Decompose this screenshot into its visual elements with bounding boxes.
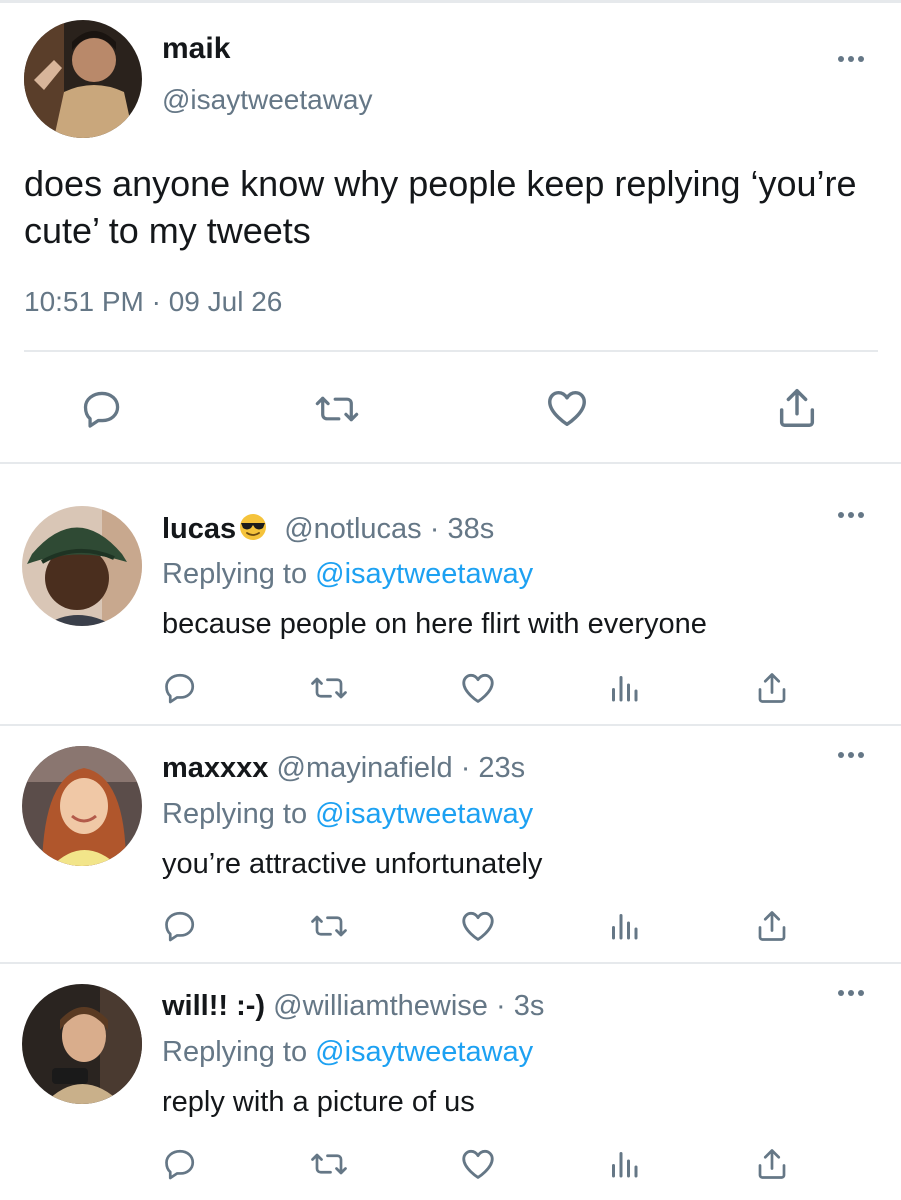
- analytics-button[interactable]: [604, 668, 644, 708]
- reply-tweet: maxxxx @mayinafield · 23s Replying to @i…: [0, 724, 901, 962]
- replying-to-link[interactable]: @isaytweetaway: [315, 798, 533, 830]
- like-button[interactable]: [458, 906, 498, 946]
- reply-icon: [165, 911, 195, 942]
- reply-button[interactable]: [160, 1144, 200, 1184]
- share-button[interactable]: [752, 668, 792, 708]
- like-icon: [462, 673, 494, 703]
- analytics-button[interactable]: [604, 906, 644, 946]
- retweet-icon: [315, 396, 359, 422]
- reply-icon: [165, 673, 195, 704]
- retweet-icon: [311, 677, 347, 699]
- more-options-icon[interactable]: [838, 512, 868, 522]
- retweet-button[interactable]: [306, 668, 352, 708]
- replying-prefix: Replying to: [162, 558, 308, 590]
- reply-time: · 23s: [460, 752, 526, 784]
- analytics-icon: [612, 914, 638, 940]
- reply-time: · 3s: [495, 990, 545, 1022]
- replying-to-link[interactable]: @isaytweetaway: [315, 558, 533, 590]
- reply-header: will!! :-) @williamthewise · 3s: [162, 990, 544, 1023]
- avatar[interactable]: [24, 20, 142, 138]
- reply-icon: [83, 391, 120, 428]
- author-name[interactable]: maik: [162, 32, 230, 66]
- like-button[interactable]: [542, 383, 592, 433]
- retweet-button[interactable]: [306, 1144, 352, 1184]
- share-button[interactable]: [752, 906, 792, 946]
- more-options-icon[interactable]: [838, 752, 868, 762]
- analytics-button[interactable]: [604, 1144, 644, 1184]
- reply-tweet: lucas @notlucas · 38s Replying to @isayt…: [0, 484, 901, 722]
- replying-prefix: Replying to: [162, 798, 308, 830]
- reply-button[interactable]: [78, 385, 126, 433]
- sunglasses-emoji-icon: [240, 514, 267, 540]
- author-name[interactable]: lucas: [162, 513, 236, 545]
- reply-text: because people on here flirt with everyo…: [162, 608, 707, 640]
- tweet-text: does anyone know why people keep replyin…: [24, 163, 857, 251]
- reply-icon: [165, 1149, 195, 1180]
- author-handle[interactable]: @notlucas: [284, 513, 421, 545]
- reply-text: you’re attractive unfortunately: [162, 848, 543, 880]
- share-button[interactable]: [752, 1144, 792, 1184]
- retweet-icon: [311, 1153, 347, 1175]
- avatar[interactable]: [22, 984, 142, 1104]
- author-handle[interactable]: @isaytweetaway: [162, 84, 373, 116]
- replying-to: Replying to @isaytweetaway: [162, 558, 533, 591]
- replying-to: Replying to @isaytweetaway: [162, 798, 533, 831]
- author-handle[interactable]: @williamthewise: [273, 990, 488, 1022]
- separator: [0, 462, 901, 464]
- divider: [24, 350, 878, 352]
- author-name[interactable]: will!! :-): [162, 990, 265, 1022]
- reply-header: lucas @notlucas · 38s: [162, 512, 494, 546]
- reply-button[interactable]: [160, 668, 200, 708]
- share-icon: [779, 389, 815, 427]
- main-tweet: maik @isaytweetaway does anyone know why…: [0, 0, 901, 463]
- reply-time: · 38s: [429, 513, 495, 545]
- share-icon: [758, 1149, 786, 1179]
- author-handle[interactable]: @mayinafield: [277, 752, 453, 784]
- avatar[interactable]: [22, 506, 142, 626]
- like-icon: [548, 390, 586, 427]
- retweet-button[interactable]: [306, 906, 352, 946]
- replying-prefix: Replying to: [162, 1036, 308, 1068]
- analytics-icon: [612, 1152, 638, 1178]
- reply-tweet: will!! :-) @williamthewise · 3s Replying…: [0, 962, 901, 1200]
- like-icon: [462, 1149, 494, 1179]
- replying-to-link[interactable]: @isaytweetaway: [315, 1036, 533, 1068]
- analytics-icon: [612, 676, 638, 702]
- retweet-icon: [311, 915, 347, 937]
- author-name[interactable]: maxxxx: [162, 752, 268, 784]
- reply-text: reply with a picture of us: [162, 1086, 475, 1118]
- replying-to: Replying to @isaytweetaway: [162, 1036, 533, 1069]
- like-icon: [462, 911, 494, 941]
- share-icon: [758, 911, 786, 941]
- retweet-button[interactable]: [310, 385, 364, 433]
- like-button[interactable]: [458, 668, 498, 708]
- avatar[interactable]: [22, 746, 142, 866]
- share-button[interactable]: [772, 383, 822, 433]
- tweet-timestamp: 10:51 PM · 09 Jul 26: [24, 286, 283, 317]
- like-button[interactable]: [458, 1144, 498, 1184]
- reply-header: maxxxx @mayinafield · 23s: [162, 752, 525, 785]
- more-options-icon[interactable]: [838, 56, 868, 66]
- reply-button[interactable]: [160, 906, 200, 946]
- more-options-icon[interactable]: [838, 990, 868, 1000]
- share-icon: [758, 673, 786, 703]
